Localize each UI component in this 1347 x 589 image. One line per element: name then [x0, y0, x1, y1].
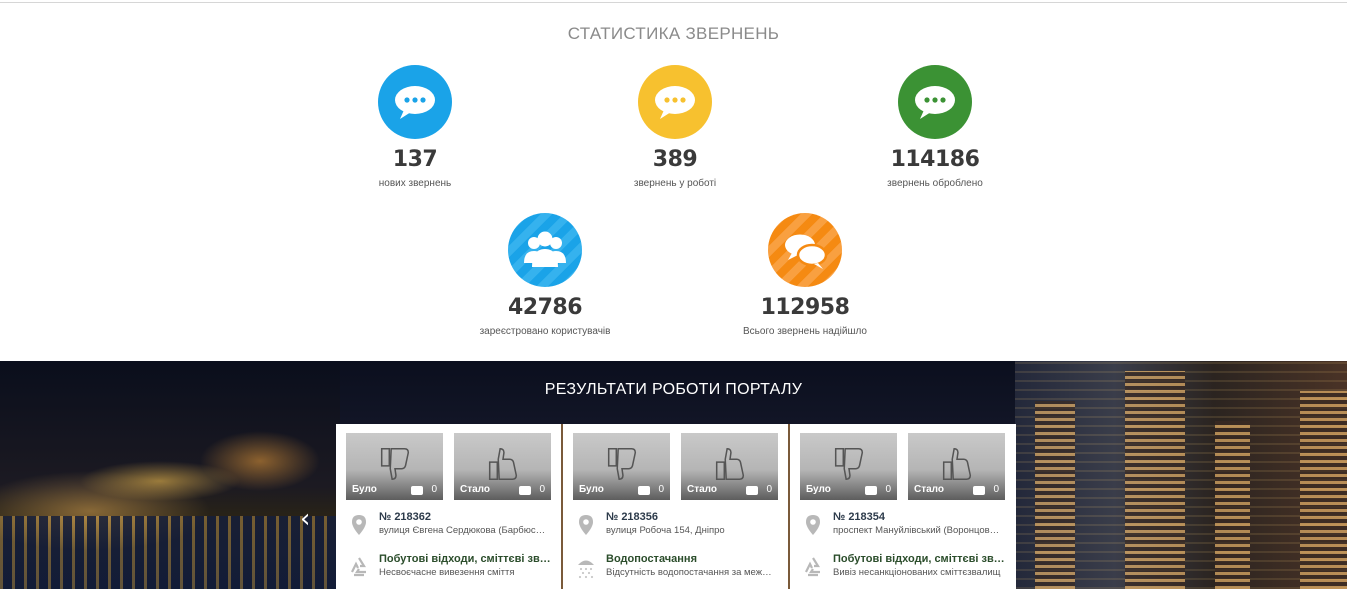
results-title: РЕЗУЛЬТАТИ РОБОТИ ПОРТАЛУ — [544, 381, 803, 398]
stats-title: СТАТИСТИКА ЗВЕРНЕНЬ — [567, 24, 780, 43]
photo-count: 0 — [539, 484, 545, 495]
before-photo[interactable]: Було 0 — [346, 433, 443, 500]
card-category-row: Водопостачання Відсутність водопостачанн… — [563, 553, 789, 583]
users-icon — [508, 213, 582, 287]
result-card[interactable]: Було 0 Стало 0 № 218356 вулиця Робоча 15… — [563, 424, 789, 589]
after-label: Стало — [914, 484, 945, 495]
two-chat-bubbles-icon — [768, 213, 842, 287]
thumbs-down-icon — [380, 448, 410, 480]
carousel-prev-arrow-icon[interactable]: ‹ — [300, 504, 310, 534]
card-address-row: № 218354 проспект Мануйлівський (Воронцо… — [790, 511, 1016, 541]
thumbs-up-icon — [488, 448, 518, 480]
map-pin-icon — [806, 515, 820, 535]
stat-new-requests: 137 нових звернень — [315, 65, 515, 189]
chat-bubble-icon — [898, 65, 972, 139]
card-address-row: № 218362 вулиця Євгена Сердюкова (Барбюс… — [336, 511, 562, 541]
request-address: проспект Мануйлівський (Воронцова) 5... — [833, 525, 1003, 536]
camera-icon — [638, 486, 650, 495]
photo-count: 0 — [766, 484, 772, 495]
stat-label: звернень оброблено — [887, 178, 983, 189]
building — [1125, 371, 1185, 589]
thumbs-down-icon — [607, 448, 637, 480]
request-description: Несвоєчасне вивезення сміття — [379, 567, 515, 578]
after-photo[interactable]: Стало 0 — [681, 433, 778, 500]
map-pin-icon — [579, 515, 593, 535]
request-number[interactable]: № 218356 — [606, 511, 781, 523]
photo-count: 0 — [993, 484, 999, 495]
after-photo[interactable]: Стало 0 — [454, 433, 551, 500]
after-label: Стало — [687, 484, 718, 495]
stat-value: 114186 — [890, 147, 980, 172]
stat-label: звернень у роботі — [633, 178, 717, 189]
stat-in-progress: 389 звернень у роботі — [575, 65, 775, 189]
before-label: Було — [579, 484, 604, 495]
stat-value: 112958 — [760, 295, 850, 320]
before-label: Було — [352, 484, 377, 495]
results-section: РЕЗУЛЬТАТИ РОБОТИ ПОРТАЛУ ‹ Було 0 Стало… — [0, 361, 1347, 589]
top-divider — [0, 2, 1347, 3]
chat-bubble-icon — [638, 65, 712, 139]
result-card[interactable]: Було 0 Стало 0 № 218354 проспект Мануйлі… — [790, 424, 1016, 589]
camera-icon — [411, 486, 423, 495]
camera-icon — [519, 486, 531, 495]
stat-label: Всього звернень надійшло — [743, 326, 867, 337]
stat-registered-users: 42786 зареєстровано користувачів — [445, 213, 645, 337]
stat-value: 389 — [652, 147, 698, 172]
request-address: вулиця Євгена Сердюкова (Барбюса) 62,... — [379, 525, 549, 536]
card-category-row: Побутові відходи, сміттєві звал... Вивіз… — [790, 553, 1016, 583]
request-description: Відсутність водопостачання за межами б..… — [606, 567, 776, 578]
camera-icon — [973, 486, 985, 495]
shower-icon — [578, 560, 594, 579]
river-reflection — [0, 516, 340, 589]
thumbs-up-icon — [715, 448, 745, 480]
card-address-row: № 218356 вулиця Робоча 154, Дніпро — [563, 511, 789, 541]
stat-value: 137 — [392, 147, 438, 172]
request-number[interactable]: № 218362 — [379, 511, 554, 523]
after-photo[interactable]: Стало 0 — [908, 433, 1005, 500]
before-photo[interactable]: Було 0 — [800, 433, 897, 500]
building — [1300, 391, 1347, 589]
building — [1215, 421, 1250, 589]
request-address: вулиця Робоча 154, Дніпро — [606, 525, 725, 536]
stat-processed: 114186 звернень оброблено — [835, 65, 1035, 189]
before-label: Було — [806, 484, 831, 495]
building — [1035, 401, 1075, 589]
camera-icon — [746, 486, 758, 495]
after-label: Стало — [460, 484, 491, 495]
card-category-row: Побутові відходи, сміттєві звал... Несво… — [336, 553, 562, 583]
recycle-icon — [351, 557, 366, 577]
stat-label: нових звернень — [378, 178, 452, 189]
recycle-icon — [805, 557, 820, 577]
stat-value: 42786 — [507, 295, 583, 320]
request-number[interactable]: № 218354 — [833, 511, 1008, 523]
request-category: Побутові відходи, сміттєві звал... — [379, 553, 554, 565]
before-photo[interactable]: Було 0 — [573, 433, 670, 500]
stat-label: зареєстровано користувачів — [479, 326, 611, 337]
thumbs-up-icon — [942, 448, 972, 480]
stat-total-requests: 112958 Всього звернень надійшло — [705, 213, 905, 337]
request-category: Побутові відходи, сміттєві звал... — [833, 553, 1008, 565]
result-card[interactable]: Було 0 Стало 0 № 218362 вулиця Євгена Се… — [336, 424, 562, 589]
camera-icon — [865, 486, 877, 495]
request-category: Водопостачання — [606, 553, 697, 565]
request-description: Вивіз несанкціонованих сміттєзвалищ — [833, 567, 1001, 578]
photo-count: 0 — [885, 484, 891, 495]
chat-bubble-icon — [378, 65, 452, 139]
thumbs-down-icon — [834, 448, 864, 480]
map-pin-icon — [352, 515, 366, 535]
photo-count: 0 — [658, 484, 664, 495]
photo-count: 0 — [431, 484, 437, 495]
